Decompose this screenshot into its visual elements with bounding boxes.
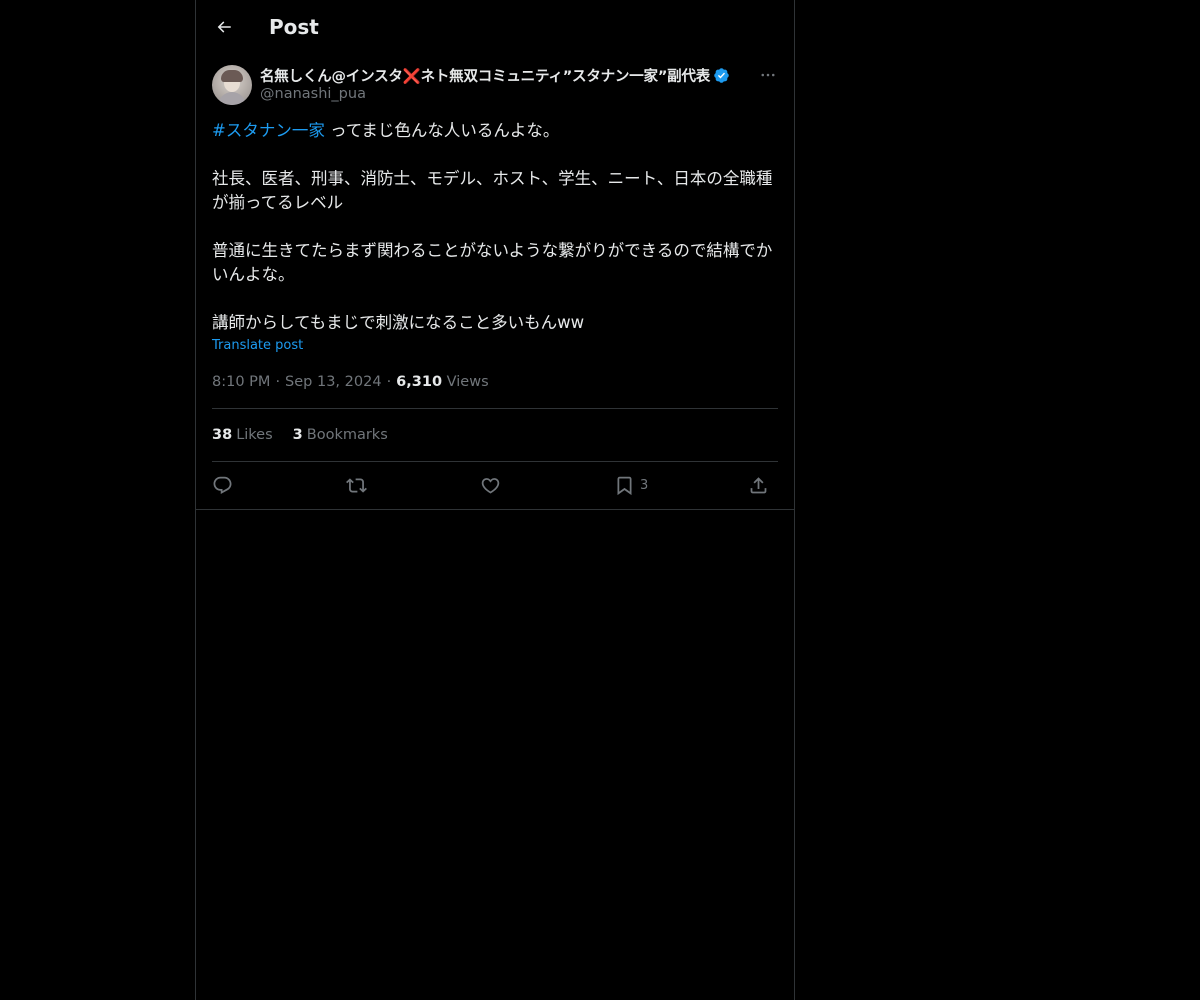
author-display-name[interactable]: 名無しくん@インスタ❌ネト無双コミュニティ”スタナン一家”副代表 — [260, 65, 710, 86]
action-bar: 3 — [212, 472, 778, 498]
bookmark-button[interactable]: 3 — [614, 472, 648, 498]
page-title: Post — [269, 15, 319, 39]
avatar[interactable] — [212, 65, 252, 105]
meta-separator: · — [386, 374, 392, 390]
bookmarks-stat[interactable]: 3 Bookmarks — [293, 425, 388, 445]
tweet-text: #スタナン一家 ってまじ色んな人いるんよな。 社長、医者、刑事、消防士、モデル、… — [212, 119, 778, 335]
more-options-button[interactable] — [756, 64, 780, 86]
tweet-paragraph-2: 社長、医者、刑事、消防士、モデル、ホスト、学生、ニート、日本の全職種が揃ってるレ… — [212, 169, 773, 212]
tweet-line-1: #スタナン一家 ってまじ色んな人いるんよな。 — [212, 119, 778, 143]
tweet-stats: 38 Likes 3 Bookmarks — [212, 425, 408, 445]
divider — [212, 461, 778, 462]
reply-button[interactable] — [212, 472, 233, 498]
verified-badge-icon[interactable] — [713, 67, 730, 84]
like-button[interactable] — [480, 472, 501, 498]
hashtag-link[interactable]: #スタナン一家 — [212, 121, 325, 140]
bookmarks-count: 3 — [292, 427, 303, 443]
share-icon — [750, 476, 767, 493]
tweet-date[interactable]: Sep 13, 2024 — [285, 374, 382, 390]
likes-label: Likes — [236, 427, 273, 443]
likes-count: 38 — [212, 427, 233, 443]
author-handle[interactable]: @nanashi_pua — [260, 86, 366, 102]
meta-separator: · — [275, 374, 281, 390]
post-bottom-border — [196, 509, 794, 510]
reply-icon — [213, 476, 232, 494]
author-name-row: 名無しくん@インスタ❌ネト無双コミュニティ”スタナン一家”副代表 — [260, 64, 730, 86]
translate-post-link[interactable]: Translate post — [212, 338, 303, 353]
share-button[interactable] — [748, 472, 769, 498]
views-label: Views — [446, 374, 489, 390]
likes-stat[interactable]: 38 Likes — [212, 425, 273, 445]
heart-icon — [481, 477, 500, 494]
tweet-paragraph-3: 普通に生きてたらまず関わることがないような繋がりができるので結構でかいんよな。 — [212, 241, 773, 284]
tweet-time[interactable]: 8:10 PM — [212, 374, 270, 390]
bookmark-count: 3 — [640, 477, 649, 493]
tweet-meta: 8:10 PM · Sep 13, 2024 · 6,310 Views — [212, 372, 489, 392]
more-icon — [761, 73, 775, 77]
bookmark-icon — [617, 476, 632, 495]
post-column: Post 名無しくん@インスタ❌ネト無双コミュニティ”スタナン一家”副代表 @n… — [195, 0, 795, 1000]
bookmarks-label: Bookmarks — [306, 427, 388, 443]
repost-icon — [346, 477, 367, 493]
tweet-line-1-text: ってまじ色んな人いるんよな。 — [324, 121, 560, 140]
divider — [212, 408, 778, 409]
views-count: 6,310 — [396, 374, 443, 390]
back-button[interactable] — [208, 11, 240, 43]
arrow-left-icon — [217, 21, 231, 33]
tweet-paragraph-4: 講師からしてもまじで刺激になること多いもんww — [212, 313, 585, 332]
header: Post — [196, 0, 794, 54]
repost-button[interactable] — [346, 472, 367, 498]
